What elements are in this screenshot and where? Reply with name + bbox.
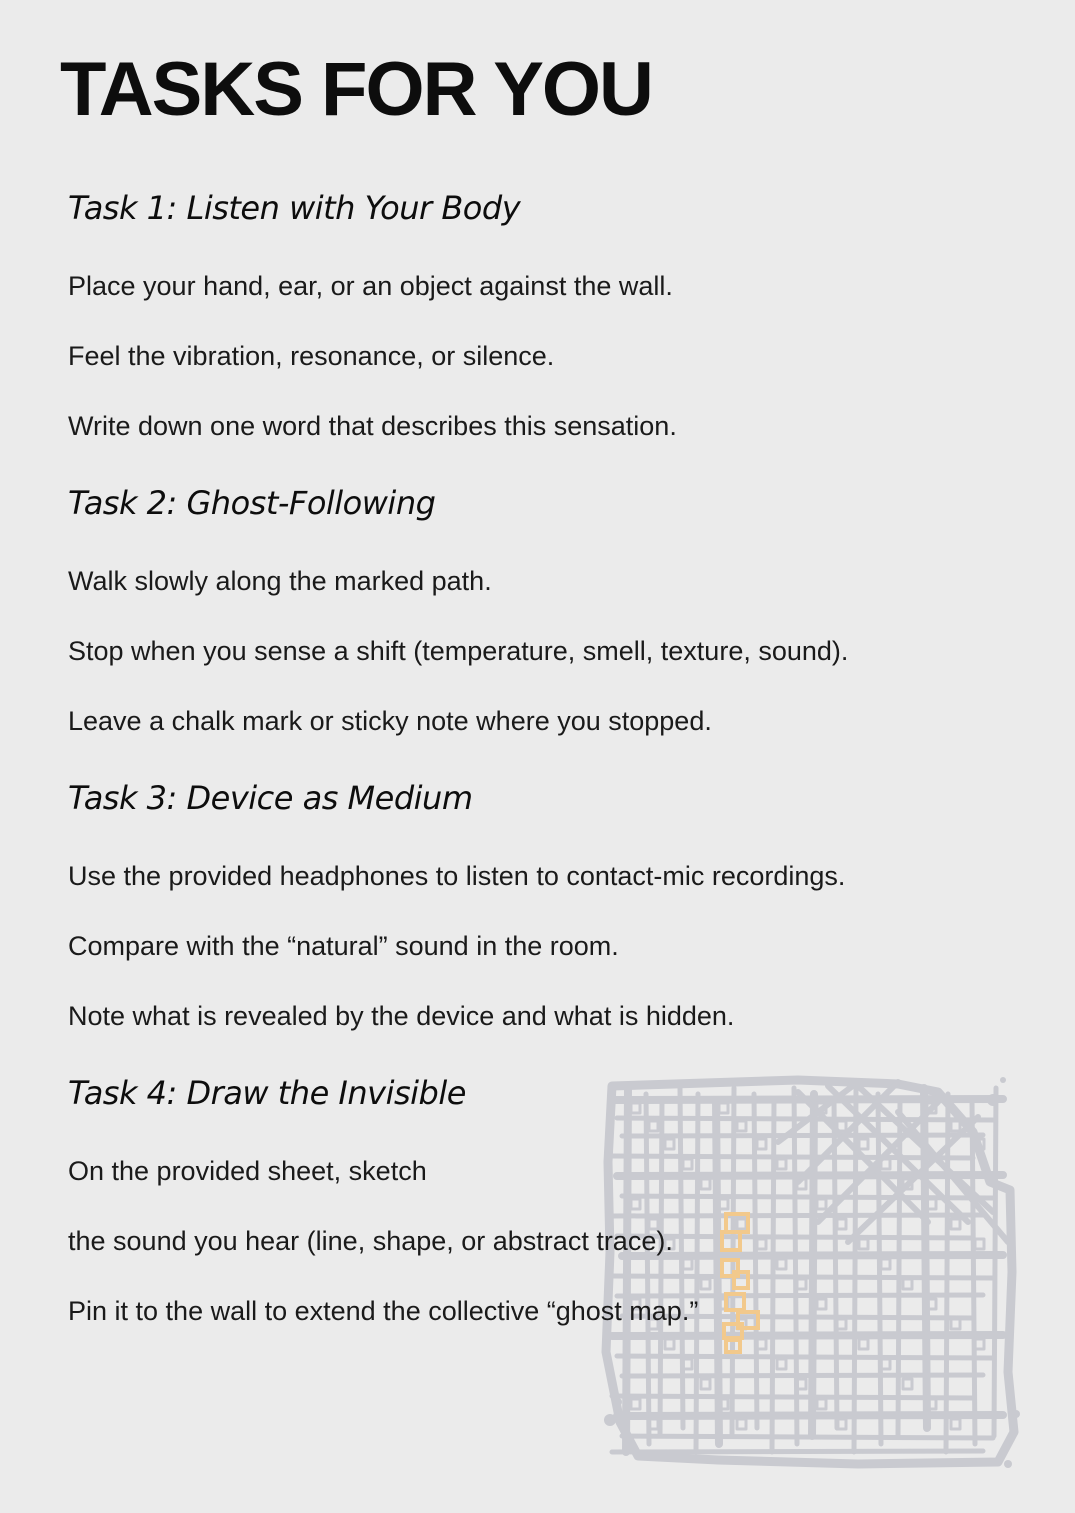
task-3-line-1: Use the provided headphones to listen to…	[68, 861, 846, 891]
task-4-line-2: the sound you hear (line, shape, or abst…	[68, 1226, 673, 1256]
task-1-line-1: Place your hand, ear, or an object again…	[68, 271, 673, 301]
task-3-heading: Task 3: Device as Medium	[68, 779, 473, 817]
task-3-line-3: Note what is revealed by the device and …	[68, 1001, 735, 1031]
task-1-line-2: Feel the vibration, resonance, or silenc…	[68, 341, 555, 371]
task-4-line-3: Pin it to the wall to extend the collect…	[68, 1296, 699, 1326]
task-1-heading: Task 1: Listen with Your Body	[68, 189, 521, 227]
task-2-line-2: Stop when you sense a shift (temperature…	[68, 636, 849, 666]
map-streets	[601, 1075, 1020, 1469]
task-3-line-2: Compare with the “natural” sound in the …	[68, 931, 619, 961]
task-4-heading: Task 4: Draw the Invisible	[68, 1074, 466, 1112]
page-title: TASKS FOR YOU	[60, 47, 654, 132]
task-2-line-3: Leave a chalk mark or sticky note where …	[68, 706, 712, 736]
task-2-heading: Task 2: Ghost-Following	[68, 484, 436, 522]
task-1-line-3: Write down one word that describes this …	[68, 411, 677, 441]
task-2-line-1: Walk slowly along the marked path.	[68, 566, 492, 596]
task-4-line-1: On the provided sheet, sketch	[68, 1156, 427, 1186]
ghost-map-illustration	[601, 1075, 1020, 1469]
